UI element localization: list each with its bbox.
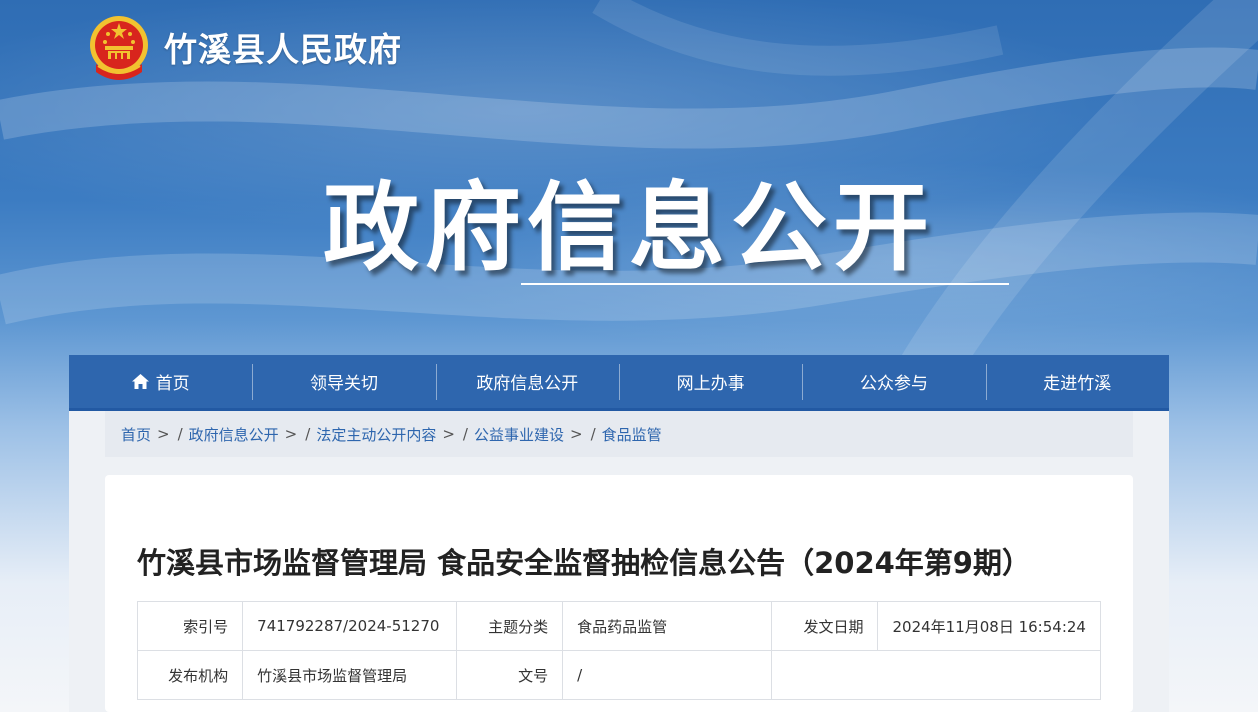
- article-title: 竹溪县市场监督管理局 食品安全监督抽检信息公告（2024年第9期）: [137, 546, 1031, 580]
- national-emblem-icon: [90, 16, 148, 80]
- publisher-label: 发布机构: [136, 650, 244, 700]
- breadcrumb-slash: /: [305, 425, 311, 443]
- empty-cell: [771, 650, 1101, 700]
- breadcrumb-info-disclosure[interactable]: 政府信息公开: [189, 424, 279, 445]
- site-name[interactable]: 竹溪县人民政府: [164, 23, 402, 71]
- nav-item-label: 公众参与: [859, 374, 928, 394]
- table-row: 发布机构 竹溪县市场监督管理局 文号 /: [136, 650, 1101, 700]
- breadcrumb-food-supervision[interactable]: 食品监管: [602, 424, 662, 445]
- nav-item-label: 政府信息公开: [476, 374, 579, 394]
- nav-item-label: 首页: [155, 374, 190, 394]
- breadcrumb-separator: >: [569, 425, 583, 443]
- nav-item-label: 领导关切: [309, 374, 378, 394]
- breadcrumb-slash: /: [462, 425, 468, 443]
- site-header: 竹溪县人民政府: [88, 14, 402, 80]
- nav-item-online-services[interactable]: 网上办事: [618, 355, 802, 408]
- nav-item-leadership[interactable]: 领导关切: [252, 355, 435, 408]
- date-value: 2024年11月08日 16:54:24: [877, 601, 1101, 651]
- nav-item-about-zhuxi[interactable]: 走进竹溪: [985, 355, 1169, 408]
- nav-item-public-participation[interactable]: 公众参与: [802, 355, 985, 408]
- table-row: 索引号 741792287/2024-51270 主题分类 食品药品监管 发文日…: [136, 601, 1101, 651]
- breadcrumb-home[interactable]: 首页: [121, 424, 151, 445]
- breadcrumb-statutory-content[interactable]: 法定主动公开内容: [316, 424, 436, 445]
- breadcrumb-public-welfare[interactable]: 公益事业建设: [474, 424, 564, 445]
- nav-item-label: 走进竹溪: [1043, 374, 1112, 394]
- docno-label: 文号: [456, 650, 564, 700]
- article-meta-table: 索引号 741792287/2024-51270 主题分类 食品药品监管 发文日…: [136, 601, 1101, 700]
- main-nav: 首页 领导关切 政府信息公开 网上办事 公众参与 走进竹溪: [69, 355, 1169, 411]
- breadcrumb-slash: /: [177, 425, 183, 443]
- home-icon: [131, 374, 149, 389]
- nav-item-home[interactable]: 首页: [69, 355, 252, 408]
- breadcrumb-separator: >: [442, 425, 455, 443]
- hero-title: 政府信息公开: [323, 172, 935, 284]
- index-label: 索引号: [136, 601, 244, 651]
- topic-value: 食品药品监管: [562, 601, 773, 651]
- breadcrumb-separator: >: [157, 425, 170, 443]
- topic-label: 主题分类: [456, 601, 564, 651]
- date-label: 发文日期: [771, 601, 879, 651]
- breadcrumb: 首页 > / 政府信息公开 > / 法定主动公开内容 > / 公益事业建设 > …: [105, 411, 1133, 457]
- publisher-value: 竹溪县市场监督管理局: [242, 650, 458, 700]
- hero-underline: [521, 283, 1009, 285]
- index-value: 741792287/2024-51270: [242, 601, 458, 651]
- breadcrumb-slash: /: [590, 425, 596, 443]
- breadcrumb-separator: >: [284, 425, 298, 443]
- nav-item-info-disclosure[interactable]: 政府信息公开: [435, 355, 619, 408]
- nav-item-label: 网上办事: [676, 374, 745, 394]
- docno-value: /: [562, 650, 773, 700]
